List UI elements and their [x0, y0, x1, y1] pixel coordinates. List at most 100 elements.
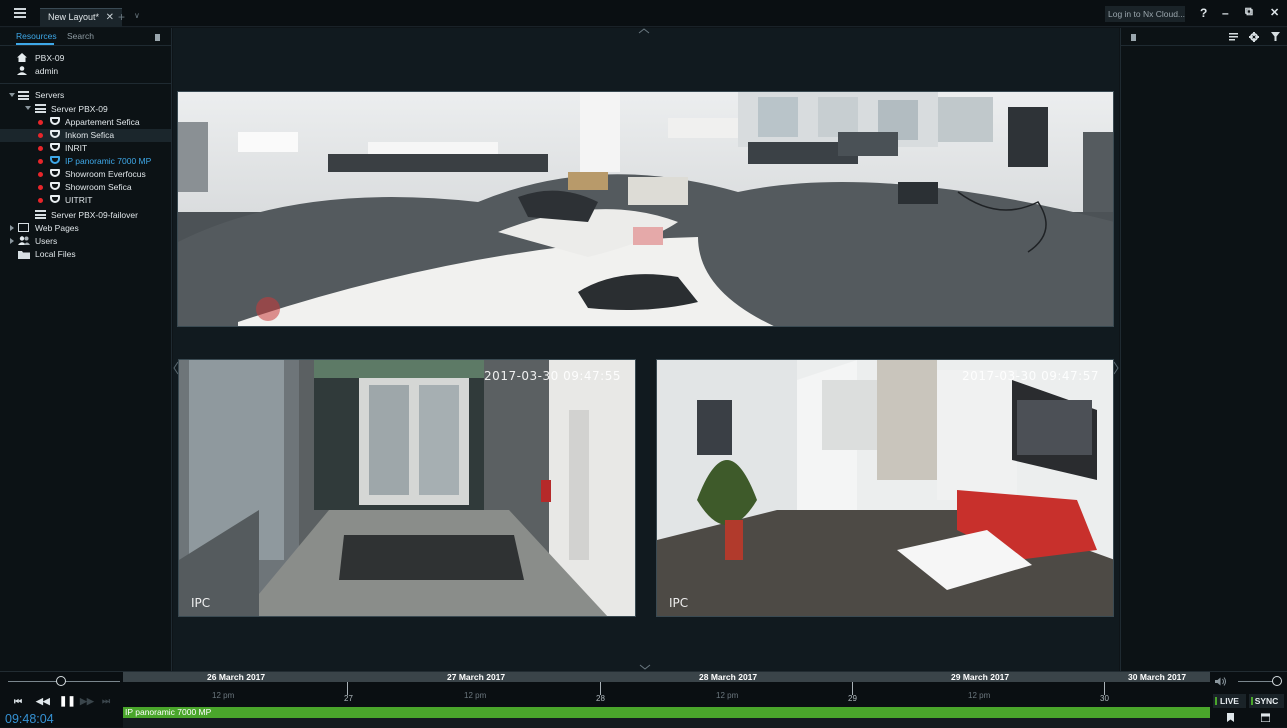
expand-arrow-icon[interactable]: [25, 106, 31, 110]
video-layout-scene: 2017-03-30 09:47:55 IPC 2017-03-30 09:47…: [173, 28, 1119, 671]
help-icon[interactable]: ?: [1200, 6, 1207, 20]
divider: [0, 83, 171, 84]
live-button[interactable]: LIVE: [1213, 694, 1246, 708]
servers-icon: [18, 91, 29, 100]
minimize-button[interactable]: –: [1222, 6, 1229, 20]
timeline-hour-label: 12 pm: [716, 691, 739, 700]
offline-status-icon: [38, 146, 43, 151]
notifications-panel: [1120, 28, 1287, 671]
showroom-video-frame: [657, 360, 1113, 616]
offline-status-icon: [38, 133, 43, 138]
timeline-day-label: 27: [344, 694, 353, 703]
bookmark-icon[interactable]: [1227, 713, 1234, 722]
timeline-day-label: 30: [1100, 694, 1109, 703]
skip-forward-icon[interactable]: ⏭: [102, 696, 110, 707]
tree-item-camera[interactable]: Showroom Sefica: [65, 182, 132, 192]
timeline-hour-label: 12 pm: [212, 691, 235, 700]
sync-button-label: SYNC: [1254, 696, 1279, 706]
camera-overlay-label: IPC: [669, 596, 689, 610]
tree-item-camera[interactable]: INRIT: [65, 143, 87, 153]
tree-item-servers[interactable]: Servers: [35, 90, 64, 100]
expand-arrow-icon[interactable]: [10, 225, 14, 231]
resource-panel: Resources Search PBX-09 admin Servers Se…: [0, 28, 172, 671]
server-icon: [35, 210, 46, 219]
tree-item-local-files[interactable]: Local Files: [35, 249, 76, 259]
offline-status-icon: [38, 120, 43, 125]
tree-item-camera[interactable]: Appartement Sefica: [65, 117, 140, 127]
add-tab-icon[interactable]: +: [118, 10, 125, 24]
tab-close-icon[interactable]: ✕: [106, 12, 114, 23]
web-page-icon: [18, 223, 29, 232]
video-timestamp: 2017-03-30 09:47:57: [962, 369, 1099, 383]
timeline-date-label: 27 March 2017: [447, 672, 506, 682]
tree-item-camera[interactable]: Showroom Everfocus: [65, 169, 146, 179]
users-icon: [18, 236, 30, 245]
tree-item-web-pages[interactable]: Web Pages: [35, 223, 79, 233]
tab-active-indicator: [16, 43, 54, 45]
video-tile-entrance[interactable]: 2017-03-30 09:47:55 IPC: [178, 359, 636, 617]
server-icon: [35, 104, 46, 113]
cloud-login-button[interactable]: Log in to Nx Cloud...: [1105, 6, 1185, 22]
sync-button[interactable]: SYNC: [1249, 694, 1284, 708]
expand-arrow-icon[interactable]: [10, 238, 14, 244]
tab-resources[interactable]: Resources: [16, 31, 57, 41]
timeline-date-label: 30 March 2017: [1128, 672, 1187, 682]
tree-item-users[interactable]: Users: [35, 236, 57, 246]
tab-label: New Layout*: [48, 12, 100, 22]
timeline-camera-label: IP panoramic 7000 MP: [125, 707, 212, 717]
camera-icon: [50, 156, 60, 164]
gear-icon[interactable]: [1249, 32, 1259, 42]
tab-search[interactable]: Search: [67, 31, 94, 41]
recording-chunks-bar[interactable]: IP panoramic 7000 MP: [123, 707, 1210, 718]
system-name[interactable]: PBX-09: [35, 53, 64, 63]
video-timestamp: 2017-03-30 09:47:55: [484, 369, 621, 383]
restore-button[interactable]: ⧉: [1245, 6, 1253, 19]
volume-icon[interactable]: [1215, 677, 1227, 686]
filter-icon[interactable]: [1271, 32, 1280, 41]
timeline-date-bar[interactable]: 26 March 2017 27 March 2017 28 March 201…: [123, 672, 1210, 682]
collapse-top-icon[interactable]: [635, 28, 653, 34]
notifications-header: [1121, 28, 1287, 46]
volume-slider-handle[interactable]: [1272, 676, 1282, 686]
collapse-bottom-icon[interactable]: [636, 664, 654, 670]
camera-icon: [50, 117, 60, 125]
timeline-hour-label: 12 pm: [968, 691, 991, 700]
close-button[interactable]: ✕: [1270, 6, 1279, 19]
pin-icon[interactable]: [155, 34, 160, 41]
skip-back-icon[interactable]: ⏮: [14, 696, 22, 707]
fast-forward-icon[interactable]: ▶▶: [80, 696, 94, 707]
offline-status-icon: [38, 159, 43, 164]
tree-item-server[interactable]: Server PBX-09-failover: [51, 210, 138, 220]
expand-arrow-icon[interactable]: [9, 93, 15, 97]
live-indicator: [1215, 697, 1217, 705]
tree-item-camera-selected[interactable]: IP panoramic 7000 MP: [65, 156, 151, 166]
pause-icon[interactable]: ❚❚: [59, 696, 76, 707]
rewind-icon[interactable]: ◀◀: [36, 696, 50, 707]
timeline-date-label: 28 March 2017: [699, 672, 758, 682]
tab-layout[interactable]: New Layout* ✕: [40, 8, 122, 27]
zoom-slider-handle[interactable]: [56, 676, 66, 686]
timeline-date-label: 26 March 2017: [207, 672, 266, 682]
folder-icon: [18, 251, 30, 259]
offline-status-icon: [38, 172, 43, 177]
current-user[interactable]: admin: [35, 66, 58, 76]
chevron-down-icon[interactable]: ∨: [134, 11, 140, 20]
user-icon: [17, 66, 27, 75]
camera-overlay-label: IPC: [191, 596, 211, 610]
tree-item-camera[interactable]: UITRIT: [65, 195, 92, 205]
video-tile-showroom[interactable]: 2017-03-30 09:47:57 IPC: [656, 359, 1114, 617]
video-tile-panoramic[interactable]: [177, 91, 1114, 327]
home-icon: [17, 53, 27, 62]
offline-status-icon: [38, 185, 43, 190]
timeline-day-label: 28: [596, 694, 605, 703]
list-icon[interactable]: [1229, 33, 1238, 41]
pin-icon[interactable]: [1131, 34, 1136, 41]
tree-item-server[interactable]: Server PBX-09: [51, 104, 108, 114]
offline-status-icon: [38, 198, 43, 203]
sync-indicator: [1251, 697, 1253, 705]
calendar-icon[interactable]: [1261, 713, 1270, 722]
tree-item-camera[interactable]: Inkom Sefica: [65, 130, 114, 140]
live-button-label: LIVE: [1220, 696, 1239, 706]
camera-icon: [50, 169, 60, 177]
main-menu-icon[interactable]: [14, 8, 26, 18]
